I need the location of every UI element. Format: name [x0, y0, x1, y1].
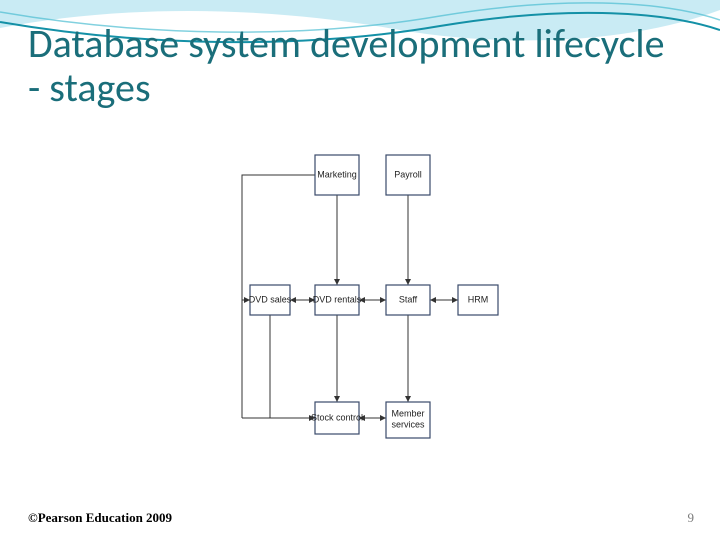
- footer-page-number: 9: [688, 510, 695, 526]
- label-payroll: Payroll: [394, 169, 422, 179]
- label-marketing: Marketing: [317, 169, 357, 179]
- conn-dvdsales-stock: [270, 315, 315, 418]
- label-member-services-1: Member: [391, 408, 424, 418]
- label-hrm: HRM: [468, 294, 489, 304]
- label-staff: Staff: [399, 294, 418, 304]
- label-dvd-rentals: DVD rentals: [313, 294, 362, 304]
- label-stock-control: Stock control: [311, 412, 363, 422]
- slide-title: Database system development lifecycle - …: [28, 22, 680, 110]
- slide: Database system development lifecycle - …: [0, 0, 720, 540]
- diagram: Marketing Payroll DVD sales DVD rentals …: [230, 140, 530, 470]
- conn-marketing-dvdsales: [242, 175, 315, 300]
- label-dvd-sales: DVD sales: [249, 294, 292, 304]
- footer-copyright: ©Pearson Education 2009: [28, 510, 172, 526]
- label-member-services-2: services: [391, 419, 425, 429]
